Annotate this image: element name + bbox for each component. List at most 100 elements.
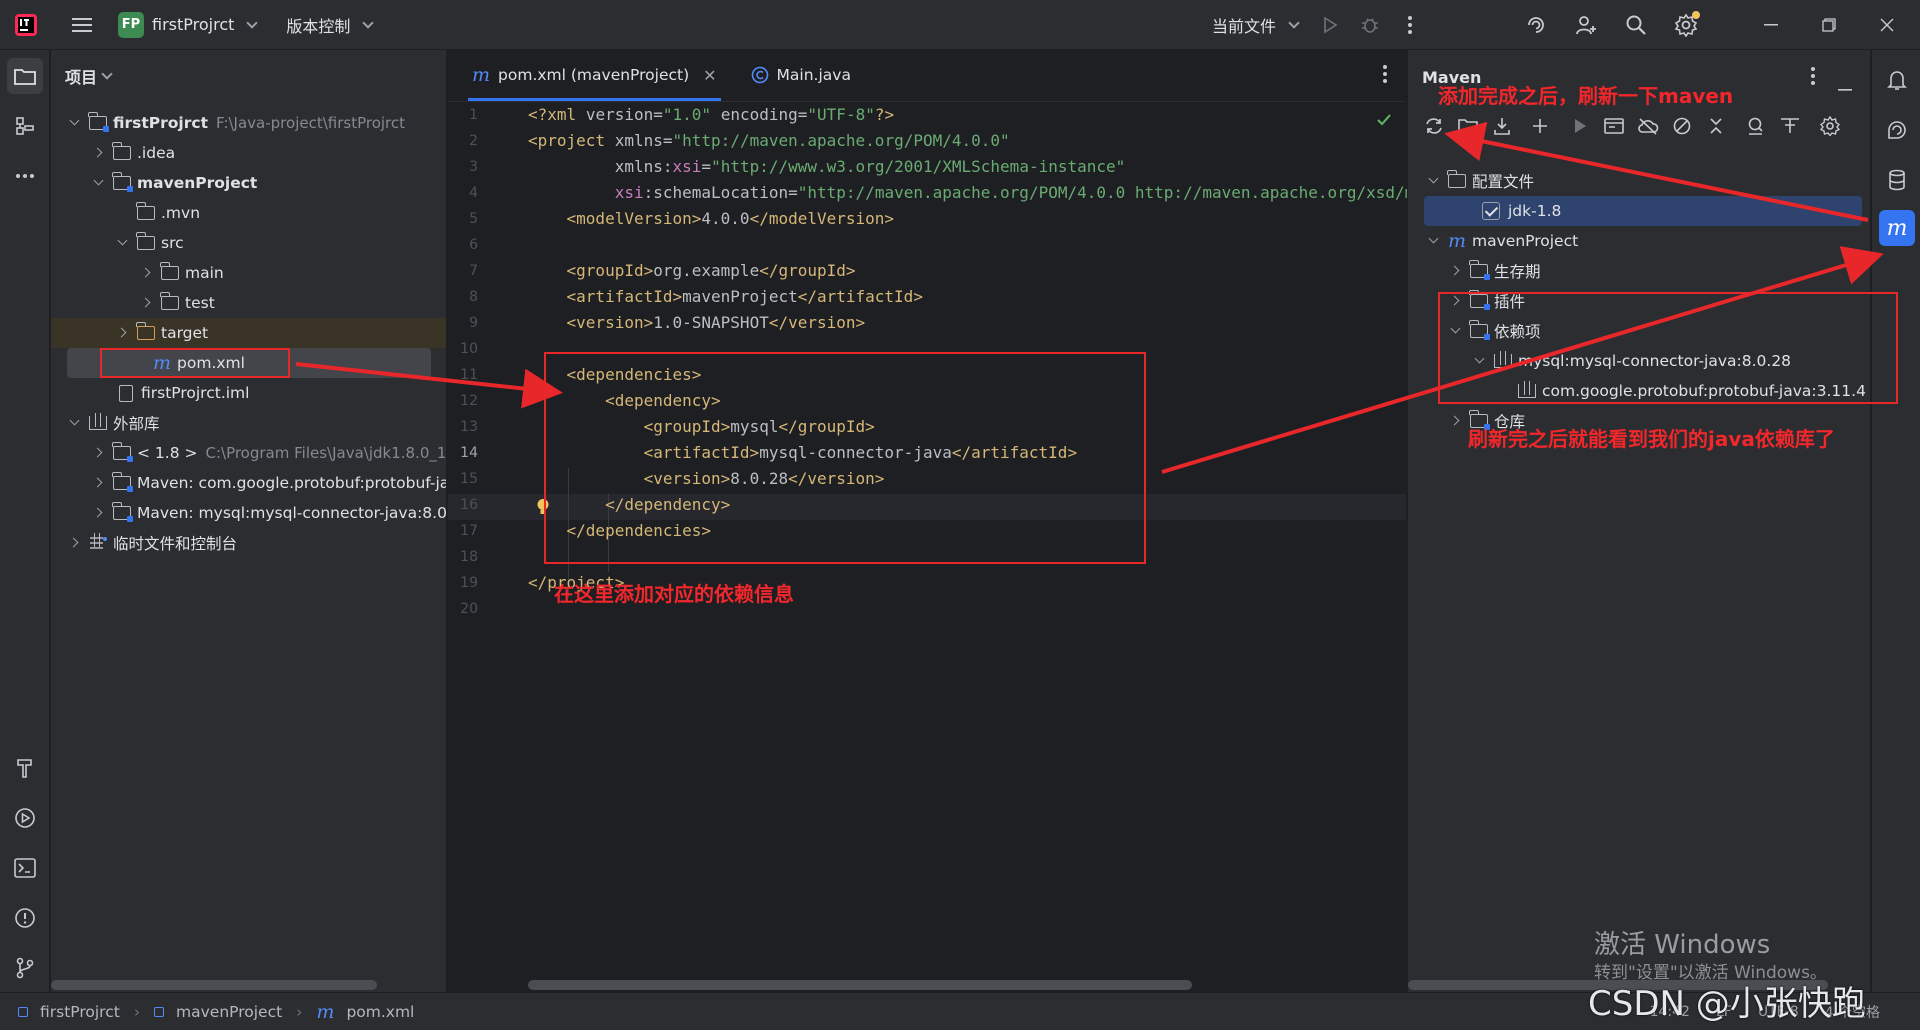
tree-item-mvn[interactable]: .mvn: [51, 198, 446, 228]
collapse-all-icon[interactable]: [1702, 112, 1730, 140]
maven-item-jdk-profile[interactable]: jdk-1.8: [1424, 196, 1862, 226]
debug-icon[interactable]: [1352, 7, 1388, 43]
more-tools-button[interactable]: [7, 158, 43, 194]
expand-arrow-icon[interactable]: [1426, 173, 1442, 189]
project-horizontal-scrollbar[interactable]: [51, 980, 377, 990]
vcs-label: 版本控制: [286, 16, 351, 36]
tree-item-main[interactable]: main: [51, 258, 446, 288]
notifications-tool-button[interactable]: [1879, 62, 1915, 98]
build-tool-button[interactable]: [7, 750, 43, 786]
hide-panel-icon[interactable]: [1838, 76, 1852, 95]
collapse-arrow-icon[interactable]: [91, 505, 107, 521]
reload-maven-icon[interactable]: [1420, 112, 1448, 140]
ai-chat-tool-button[interactable]: [1879, 112, 1915, 148]
project-switcher[interactable]: FP firstProjrct: [118, 0, 259, 50]
analyze-dependencies-icon[interactable]: [1742, 112, 1770, 140]
tab-label: pom.xml (mavenProject): [498, 66, 690, 84]
tree-item-label: target: [161, 324, 209, 342]
expand-arrow-icon[interactable]: [67, 415, 83, 431]
code-line-3: xmlns:xsi="http://www.w3.org/2001/XMLSch…: [614, 157, 1126, 176]
run-maven-goal-icon[interactable]: [1566, 112, 1594, 140]
tree-item-scratches[interactable]: 临时文件和控制台: [51, 528, 446, 558]
collapse-arrow-icon[interactable]: [91, 475, 107, 491]
tree-item-target[interactable]: target: [51, 318, 446, 348]
toggle-view-icon[interactable]: [1776, 112, 1804, 140]
database-tool-button[interactable]: [1879, 162, 1915, 198]
structure-tool-button[interactable]: [7, 108, 43, 144]
add-icon[interactable]: [1526, 112, 1554, 140]
expand-arrow-icon[interactable]: [115, 235, 131, 251]
code-line-9: <version>1.0-SNAPSHOT</version>: [566, 313, 866, 332]
tab-main-java[interactable]: Main.java: [737, 49, 865, 101]
breadcrumb-file[interactable]: pom.xml: [346, 1003, 414, 1021]
run-icon[interactable]: [1312, 7, 1348, 43]
expand-arrow-icon[interactable]: [67, 115, 83, 131]
profile-checkbox[interactable]: [1482, 202, 1500, 220]
collapse-arrow-icon[interactable]: [115, 325, 131, 341]
vcs-menu[interactable]: 版本控制: [286, 0, 375, 50]
tree-item-external-libraries[interactable]: 外部库: [51, 408, 446, 438]
download-sources-icon[interactable]: [1488, 112, 1516, 140]
maven-item-profiles[interactable]: 配置文件: [1408, 166, 1870, 196]
editor-tab-options-icon[interactable]: [1382, 64, 1388, 88]
database-icon: [1889, 169, 1905, 191]
more-actions-icon[interactable]: [1392, 7, 1428, 43]
skip-tests-icon[interactable]: [1668, 112, 1696, 140]
collapse-arrow-icon[interactable]: [1448, 263, 1464, 279]
collapse-arrow-icon[interactable]: [91, 145, 107, 161]
collapse-arrow-icon[interactable]: [67, 535, 83, 551]
tree-item-idea[interactable]: .idea: [51, 138, 446, 168]
tree-item-iml[interactable]: firstProjrct.iml: [51, 378, 446, 408]
breadcrumb-separator-icon: ›: [296, 1002, 303, 1021]
maven-settings-icon[interactable]: [1816, 112, 1844, 140]
maven-item-lifecycle[interactable]: 生存期: [1408, 256, 1870, 286]
git-tool-button[interactable]: [7, 950, 43, 986]
tree-item-firstprojrct[interactable]: firstProjrct F:\Java-project\firstProjrc…: [51, 108, 446, 138]
project-tool-button[interactable]: [7, 58, 43, 94]
editor-horizontal-scrollbar[interactable]: [528, 980, 1192, 990]
lifecycle-folder-icon: [1469, 260, 1490, 280]
module-folder-icon: [88, 112, 109, 132]
search-icon[interactable]: [1618, 7, 1654, 43]
maven-item-mavenproject[interactable]: m mavenProject: [1408, 226, 1870, 256]
collapse-arrow-icon[interactable]: [139, 265, 155, 281]
execute-goal-icon[interactable]: [1600, 112, 1628, 140]
offline-mode-icon[interactable]: [1634, 112, 1662, 140]
breadcrumb-project[interactable]: firstProjrct: [40, 1003, 120, 1021]
run-config-selector[interactable]: 当前文件: [1212, 0, 1300, 50]
ai-assistant-icon[interactable]: [1518, 7, 1554, 43]
intellij-logo-icon[interactable]: [8, 7, 44, 43]
maven-options-icon[interactable]: [1810, 66, 1816, 90]
tree-item-mysql-lib[interactable]: Maven: mysql:mysql-connector-java:8.0.28: [51, 498, 446, 528]
terminal-tool-button[interactable]: [7, 850, 43, 886]
breadcrumb-module[interactable]: mavenProject: [176, 1003, 282, 1021]
line-number: 5: [469, 211, 478, 227]
tab-pom-xml[interactable]: m pom.xml (mavenProject) ✕: [458, 49, 731, 101]
settings-gear-icon[interactable]: [1668, 7, 1704, 43]
collapse-arrow-icon[interactable]: [91, 445, 107, 461]
inspection-ok-icon[interactable]: [1376, 112, 1392, 131]
problems-tool-button[interactable]: [7, 900, 43, 936]
minimize-window-icon[interactable]: [1744, 7, 1798, 43]
line-number: 1: [469, 107, 478, 123]
expand-arrow-icon[interactable]: [91, 175, 107, 191]
add-user-icon[interactable]: [1568, 7, 1604, 43]
close-window-icon[interactable]: [1860, 7, 1914, 43]
tree-item-jdk[interactable]: < 1.8 > C:\Program Files\Java\jdk1.8.0_1…: [51, 438, 446, 468]
tree-item-mavenproject[interactable]: mavenProject: [51, 168, 446, 198]
collapse-arrow-icon[interactable]: [139, 295, 155, 311]
tree-item-test[interactable]: test: [51, 288, 446, 318]
maven-toolbar: [1420, 112, 1844, 140]
tree-item-protobuf-lib[interactable]: Maven: com.google.protobuf:protobuf-java…: [51, 468, 446, 498]
close-icon[interactable]: ✕: [703, 66, 716, 85]
library-icon: [89, 413, 107, 430]
project-panel-header[interactable]: 项目: [51, 50, 446, 102]
collapse-arrow-icon[interactable]: [1448, 413, 1464, 429]
add-maven-project-icon[interactable]: [1454, 112, 1482, 140]
main-menu-icon[interactable]: [64, 7, 100, 43]
maven-tool-button[interactable]: m: [1879, 210, 1915, 246]
expand-arrow-icon[interactable]: [1426, 233, 1442, 249]
tree-item-src[interactable]: src: [51, 228, 446, 258]
services-tool-button[interactable]: [7, 800, 43, 836]
restore-window-icon[interactable]: [1802, 7, 1856, 43]
